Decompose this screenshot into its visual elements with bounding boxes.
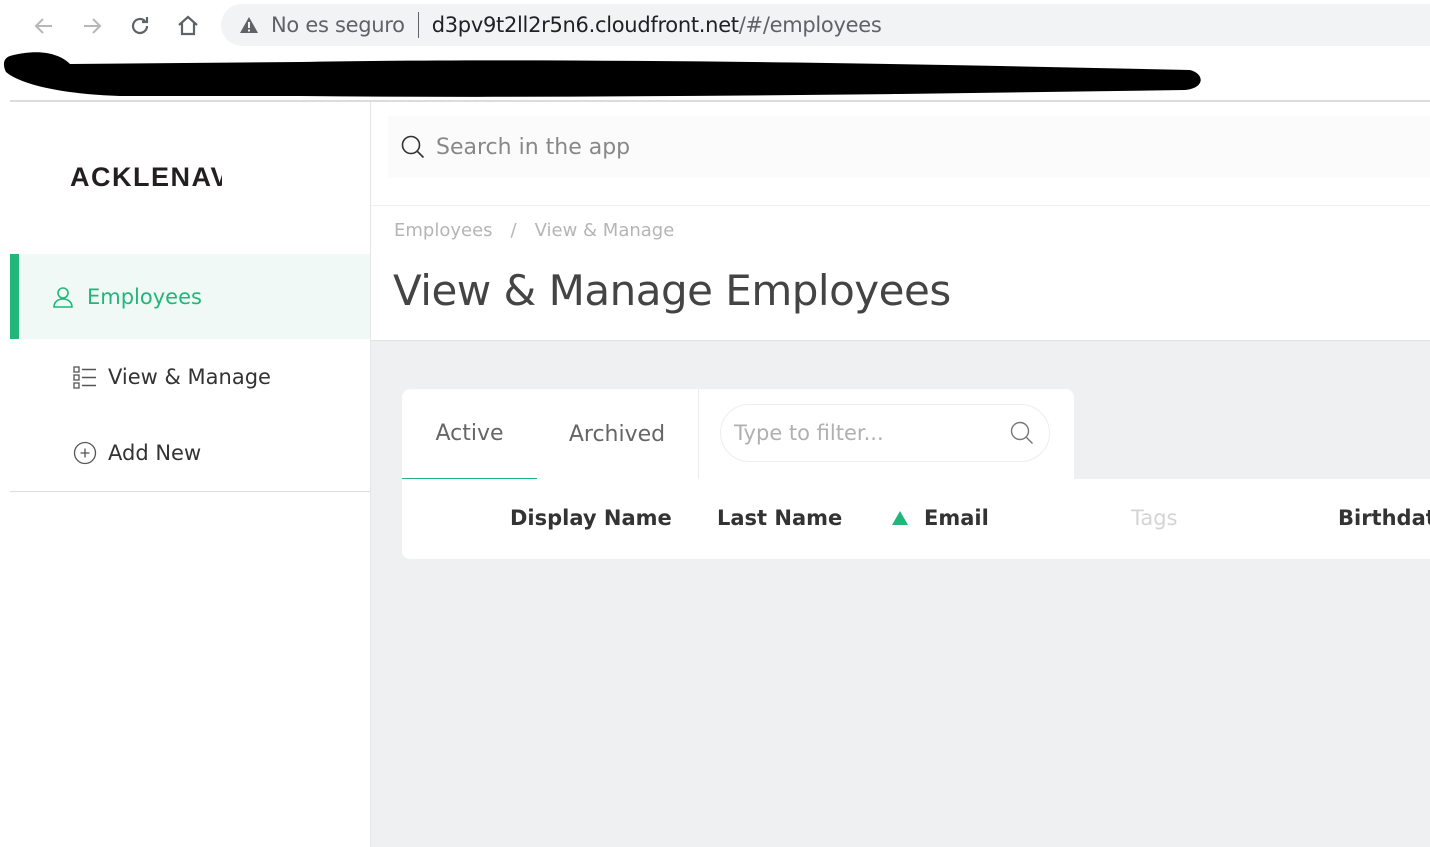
sidebar-item-view-manage[interactable]: View & Manage xyxy=(10,355,370,399)
breadcrumb-separator: / xyxy=(510,220,517,241)
top-bar: Search in the app xyxy=(371,102,1430,205)
redaction-scribble xyxy=(3,52,1201,97)
breadcrumb-view-manage: View & Manage xyxy=(534,220,675,241)
column-header-last-name[interactable]: Last Name xyxy=(717,506,842,530)
sidebar-item-employees[interactable]: Employees xyxy=(10,254,370,339)
arrow-left-icon xyxy=(34,18,52,34)
tab-archived[interactable]: Archived xyxy=(552,389,682,480)
user-icon xyxy=(51,285,75,309)
page-title: View & Manage Employees xyxy=(393,266,951,315)
reload-icon xyxy=(131,17,149,35)
arrow-right-icon xyxy=(84,18,102,34)
home-icon xyxy=(178,15,198,36)
tab-divider xyxy=(698,389,699,480)
column-header-birthdate[interactable]: Birthdate xyxy=(1338,506,1430,530)
home-button[interactable] xyxy=(174,12,202,40)
address-separator xyxy=(417,12,419,38)
employees-card: Active Archived Display Name Last Name E… xyxy=(402,389,1430,559)
sidebar-item-add-new[interactable]: Add New xyxy=(10,431,370,475)
warning-icon[interactable] xyxy=(239,16,259,34)
back-button[interactable] xyxy=(30,12,58,40)
address-bar[interactable]: No es seguro d3pv9t2ll2r5n6.cloudfront.n… xyxy=(221,4,1430,46)
company-logo[interactable]: ACKLENAVENUE xyxy=(70,162,222,193)
column-header-tags: Tags xyxy=(1131,506,1178,530)
sidebar-item-label: View & Manage xyxy=(108,365,271,389)
url-path: /#/employees xyxy=(738,13,882,37)
page-header: Employees / View & Manage View & Manage … xyxy=(371,205,1430,341)
breadcrumb-employees[interactable]: Employees xyxy=(394,220,493,241)
forward-button[interactable] xyxy=(78,12,106,40)
sidebar: ACKLENAVENUE Employees View & Manage Add… xyxy=(10,102,371,847)
sort-ascending-icon[interactable] xyxy=(892,511,908,525)
column-header-email[interactable]: Email xyxy=(924,506,989,530)
security-label[interactable]: No es seguro xyxy=(271,13,405,37)
plus-circle-icon xyxy=(73,441,97,465)
list-icon xyxy=(73,365,97,389)
sidebar-item-label: Add New xyxy=(108,441,202,465)
sidebar-divider xyxy=(10,491,370,492)
url-text[interactable]: d3pv9t2ll2r5n6.cloudfront.net/#/employee… xyxy=(432,13,882,37)
main-content: Search in the app Employees / View & Man… xyxy=(371,102,1430,847)
filter-input[interactable] xyxy=(734,421,994,445)
tab-active[interactable]: Active xyxy=(402,389,537,480)
tab-bar: Active Archived xyxy=(402,389,1074,480)
breadcrumb: Employees / View & Manage xyxy=(394,220,674,241)
reload-button[interactable] xyxy=(126,12,154,40)
app-search[interactable]: Search in the app xyxy=(388,116,1430,178)
column-header-display-name[interactable]: Display Name xyxy=(510,506,672,530)
sidebar-item-label: Employees xyxy=(87,284,202,309)
url-host: d3pv9t2ll2r5n6.cloudfront.net xyxy=(431,13,739,37)
search-icon[interactable] xyxy=(1009,420,1035,446)
employees-table: Display Name Last Name Email Tags Birthd… xyxy=(402,479,1430,559)
search-input[interactable]: Search in the app xyxy=(436,135,630,160)
search-icon xyxy=(400,134,426,160)
filter-field[interactable] xyxy=(720,404,1050,462)
